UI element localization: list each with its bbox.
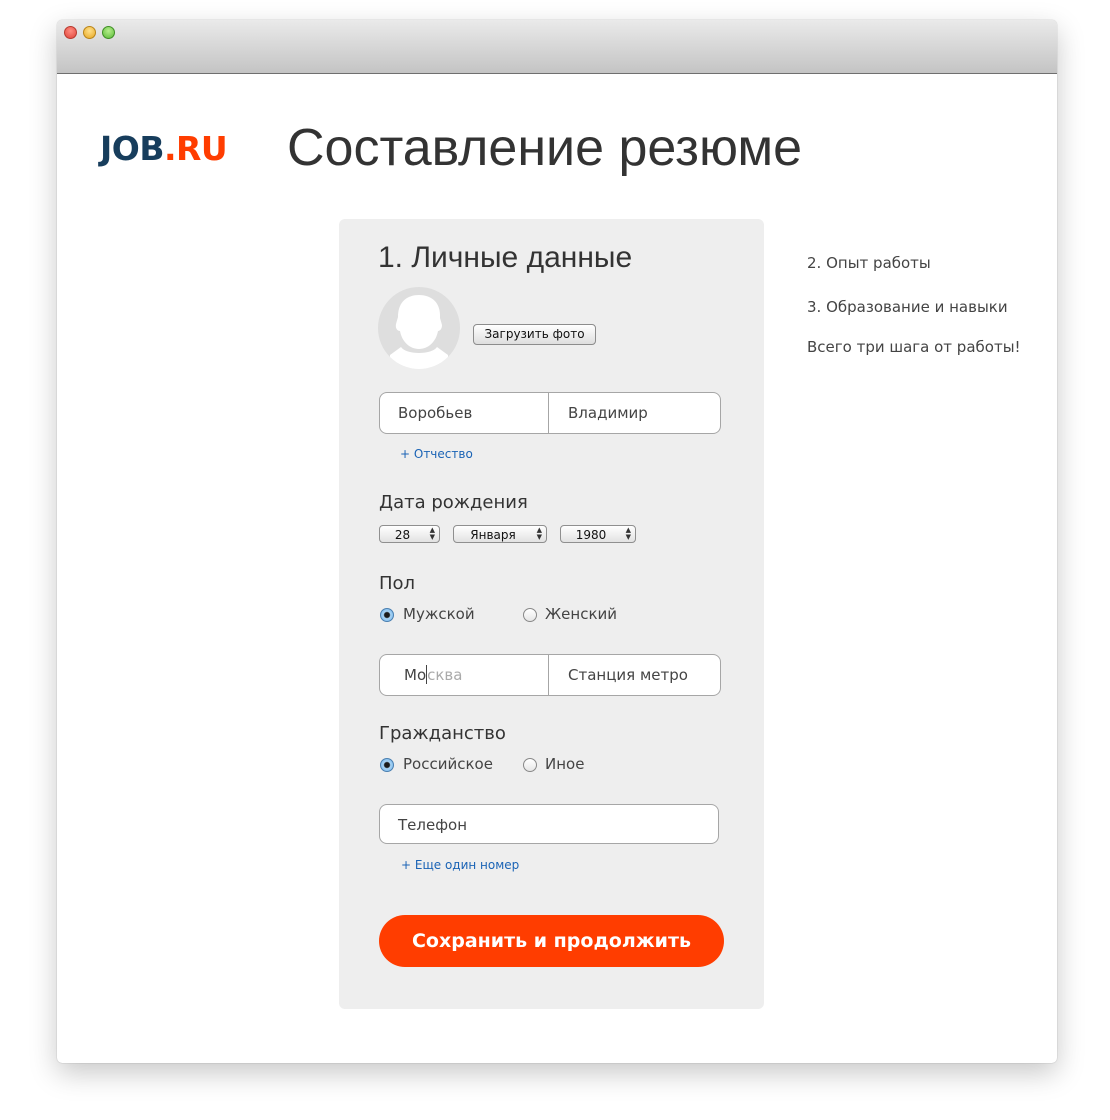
metro-station-field[interactable]: Станция метро [550, 655, 720, 695]
location-fields: Москва Станция метро [379, 654, 721, 696]
browser-window: JOB.RU Составление резюме 1. Личные данн… [57, 20, 1057, 1063]
stepper-arrows-icon: ▲ ▼ [536, 526, 542, 541]
citizenship-russian-radio[interactable] [380, 758, 394, 772]
person-silhouette-icon [378, 287, 460, 369]
minimize-window-button[interactable] [83, 26, 96, 39]
steps-note: Всего три шага от работы! [807, 338, 1021, 356]
step-3-link[interactable]: 3. Образование и навыки [807, 298, 1008, 316]
window-titlebar [57, 20, 1057, 74]
section-title: 1. Личные данные [378, 241, 633, 274]
city-typed-text: Мо [404, 666, 427, 684]
name-fields: Воробьев Владимир [379, 392, 721, 434]
birth-day-value: 28 [394, 528, 411, 542]
stepper-arrows-icon: ▲ ▼ [429, 526, 435, 541]
add-phone-link[interactable]: + Еще один номер [401, 858, 519, 872]
gender-male-label[interactable]: Мужской [403, 605, 475, 623]
close-window-button[interactable] [64, 26, 77, 39]
step-2-link[interactable]: 2. Опыт работы [807, 254, 931, 272]
zoom-window-button[interactable] [102, 26, 115, 39]
save-continue-button[interactable]: Сохранить и продолжить [379, 915, 724, 967]
first-name-field[interactable]: Владимир [550, 393, 720, 433]
upload-photo-button[interactable]: Загрузить фото [473, 324, 596, 345]
birth-month-value: Января [470, 528, 516, 542]
birth-year-select[interactable]: 1980 ▲ ▼ [560, 525, 636, 543]
stepper-arrows-icon: ▲ ▼ [625, 526, 631, 541]
resume-form-panel: 1. Личные данные Загрузить фото Воробьев… [339, 219, 764, 1009]
citizenship-other-label[interactable]: Иное [545, 755, 584, 773]
gender-label: Пол [379, 573, 416, 594]
gender-female-label[interactable]: Женский [545, 605, 617, 623]
city-field[interactable]: Москва [380, 655, 549, 695]
gender-male-radio[interactable] [380, 608, 394, 622]
birth-day-select[interactable]: 28 ▲ ▼ [379, 525, 440, 543]
citizenship-other-radio[interactable] [523, 758, 537, 772]
birth-month-select[interactable]: Января ▲ ▼ [453, 525, 547, 543]
logo-part-job: JOB [100, 129, 164, 168]
logo-part-ru: .RU [163, 129, 228, 168]
birth-year-value: 1980 [575, 528, 607, 542]
citizenship-label: Гражданство [379, 723, 506, 744]
page-title: Составление резюме [287, 119, 803, 177]
phone-field[interactable]: Телефон [379, 804, 719, 844]
gender-female-radio[interactable] [523, 608, 537, 622]
city-autocomplete-hint: сква [427, 666, 463, 684]
citizenship-russian-label[interactable]: Российское [403, 755, 493, 773]
last-name-field[interactable]: Воробьев [380, 393, 549, 433]
birthdate-label: Дата рождения [379, 492, 528, 513]
add-patronymic-link[interactable]: + Отчество [400, 447, 473, 461]
site-logo[interactable]: JOB.RU [100, 129, 228, 168]
